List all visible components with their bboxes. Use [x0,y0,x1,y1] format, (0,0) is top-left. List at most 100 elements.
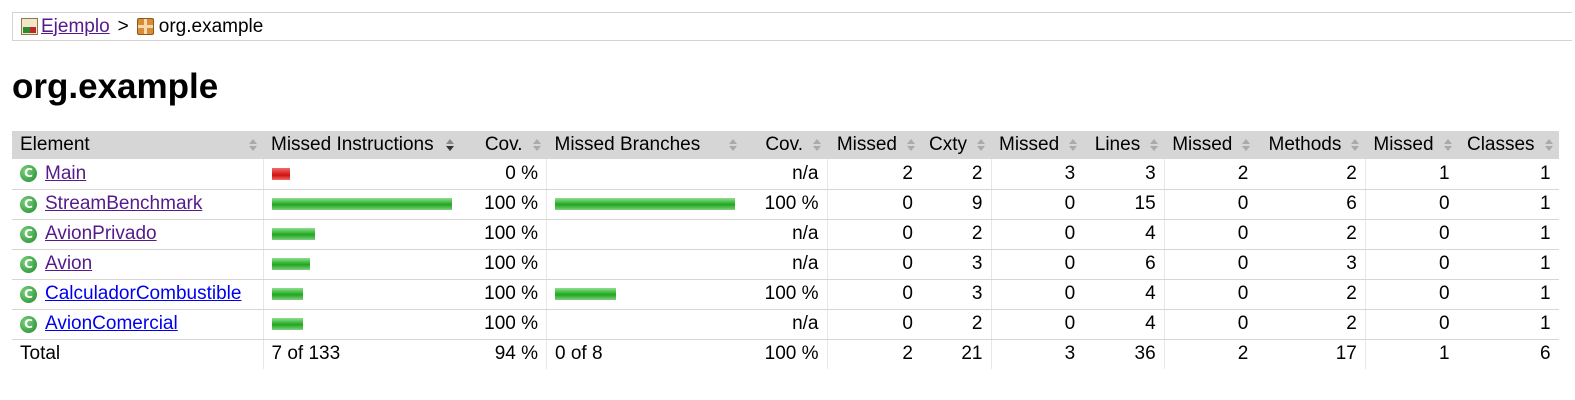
branch-bar-cell [546,249,743,280]
cxty-missed: 0 [826,219,921,250]
covered-branches-bar [555,287,616,300]
table-row: C AvionPrivado 100 % n/a 0 2 0 4 0 2 0 1 [12,219,1559,250]
report-icon [21,18,38,35]
sort-icon [1544,139,1553,152]
sort-icon [977,139,985,152]
sort-desc-icon [445,139,454,152]
col-header-classes-missed[interactable]: Missed [1365,131,1458,159]
classes: 1 [1457,219,1559,250]
branch-cov: 100 % [743,279,827,310]
class-link[interactable]: AvionComercial [45,313,178,335]
cxty-missed: 0 [826,309,921,340]
table-row: C AvionComercial 100 % n/a 0 2 0 4 0 2 0 1 [12,309,1559,340]
class-link[interactable]: AvionPrivado [45,223,157,245]
classes: 1 [1457,159,1559,190]
total-instr: 7 of 133 [262,338,460,369]
total-lines-missed: 3 [990,338,1084,369]
cxty-missed: 0 [826,249,921,280]
lines: 15 [1083,189,1165,220]
lines: 3 [1083,159,1165,190]
branch-bar-cell [546,189,743,220]
cxty: 2 [921,309,991,340]
instr-cov: 100 % [459,219,547,250]
class-link[interactable]: Avion [45,253,92,275]
methods: 6 [1256,189,1366,220]
class-icon: C [20,285,37,303]
classes-missed: 1 [1364,159,1458,190]
methods: 2 [1256,219,1366,250]
col-header-branch-cov[interactable]: Cov. [743,131,827,159]
class-icon: C [20,195,37,213]
instr-cov: 100 % [459,249,547,280]
lines-missed: 0 [990,189,1084,220]
branch-bar-cell [546,159,743,190]
table-row: C StreamBenchmark 100 % 100 % 0 9 0 15 0 6 0 1 [12,189,1559,220]
col-header-methods[interactable]: Methods [1256,131,1366,159]
col-header-classes[interactable]: Classes [1457,131,1559,159]
col-header-methods-missed[interactable]: Missed [1164,131,1257,159]
cxty-missed: 2 [826,159,921,190]
col-header-element[interactable]: Element [12,131,263,159]
class-link[interactable]: Main [45,163,86,185]
col-header-lines[interactable]: Lines [1083,131,1165,159]
col-header-missed-instructions[interactable]: Missed Instructions [263,131,460,159]
cxty: 9 [921,189,991,220]
col-header-lines-missed[interactable]: Missed [991,131,1084,159]
classes: 1 [1457,189,1559,220]
cxty: 3 [921,279,991,310]
total-label: Total [12,338,263,369]
table-row: C Main 0 % n/a 2 2 3 3 2 2 1 1 [12,159,1559,190]
branch-bar-cell [546,309,743,340]
class-icon: C [20,165,37,183]
class-icon: C [20,225,37,243]
classes-missed: 0 [1364,309,1458,340]
classes: 1 [1457,249,1559,280]
col-header-cxty-missed[interactable]: Missed [827,131,921,159]
table-header-row: Element Missed Instructions Cov. Missed … [12,131,1559,159]
class-link[interactable]: StreamBenchmark [45,193,202,215]
cxty: 2 [921,159,991,190]
sort-icon [1150,139,1159,152]
total-instr-cov: 94 % [459,338,547,369]
covered-instructions-bar [271,257,310,270]
breadcrumb-root-link[interactable]: Ejemplo [41,16,110,38]
classes: 1 [1457,279,1559,310]
breadcrumb-separator: > [117,15,129,37]
package-icon [136,18,154,35]
cxty-missed: 0 [826,279,921,310]
cxty: 2 [921,219,991,250]
covered-instructions-bar [271,317,303,330]
instr-cov: 100 % [459,279,547,310]
col-header-cxty[interactable]: Cxty [921,131,991,159]
instr-bar-cell [262,219,460,250]
classes-missed: 0 [1364,219,1458,250]
lines-missed: 0 [990,219,1084,250]
total-lines: 36 [1083,338,1165,369]
methods-missed: 0 [1163,189,1257,220]
branch-cov: n/a [743,159,827,190]
col-header-instr-cov[interactable]: Cov. [459,131,547,159]
methods-missed: 2 [1163,159,1257,190]
lines-missed: 0 [990,279,1084,310]
lines-missed: 0 [990,249,1084,280]
total-branch: 0 of 8 [546,338,743,369]
classes: 1 [1457,309,1559,340]
sort-icon [907,139,915,152]
instr-cov: 100 % [459,309,547,340]
sort-icon [729,139,737,152]
methods-missed: 0 [1163,219,1257,250]
branch-bar-cell [546,219,743,250]
lines: 4 [1083,279,1165,310]
lines: 4 [1083,219,1165,250]
class-link[interactable]: CalculadorCombustible [45,283,241,305]
element-cell: C CalculadorCombustible [12,279,263,310]
col-header-missed-branches[interactable]: Missed Branches [546,131,743,159]
methods-missed: 0 [1163,249,1257,280]
coverage-table: Element Missed Instructions Cov. Missed … [12,131,1559,369]
methods-missed: 0 [1163,309,1257,340]
element-cell: C AvionPrivado [12,219,263,250]
cxty-missed: 0 [826,189,921,220]
branch-cov: 100 % [743,189,827,220]
sort-icon [1443,139,1452,152]
element-cell: C AvionComercial [12,309,263,340]
